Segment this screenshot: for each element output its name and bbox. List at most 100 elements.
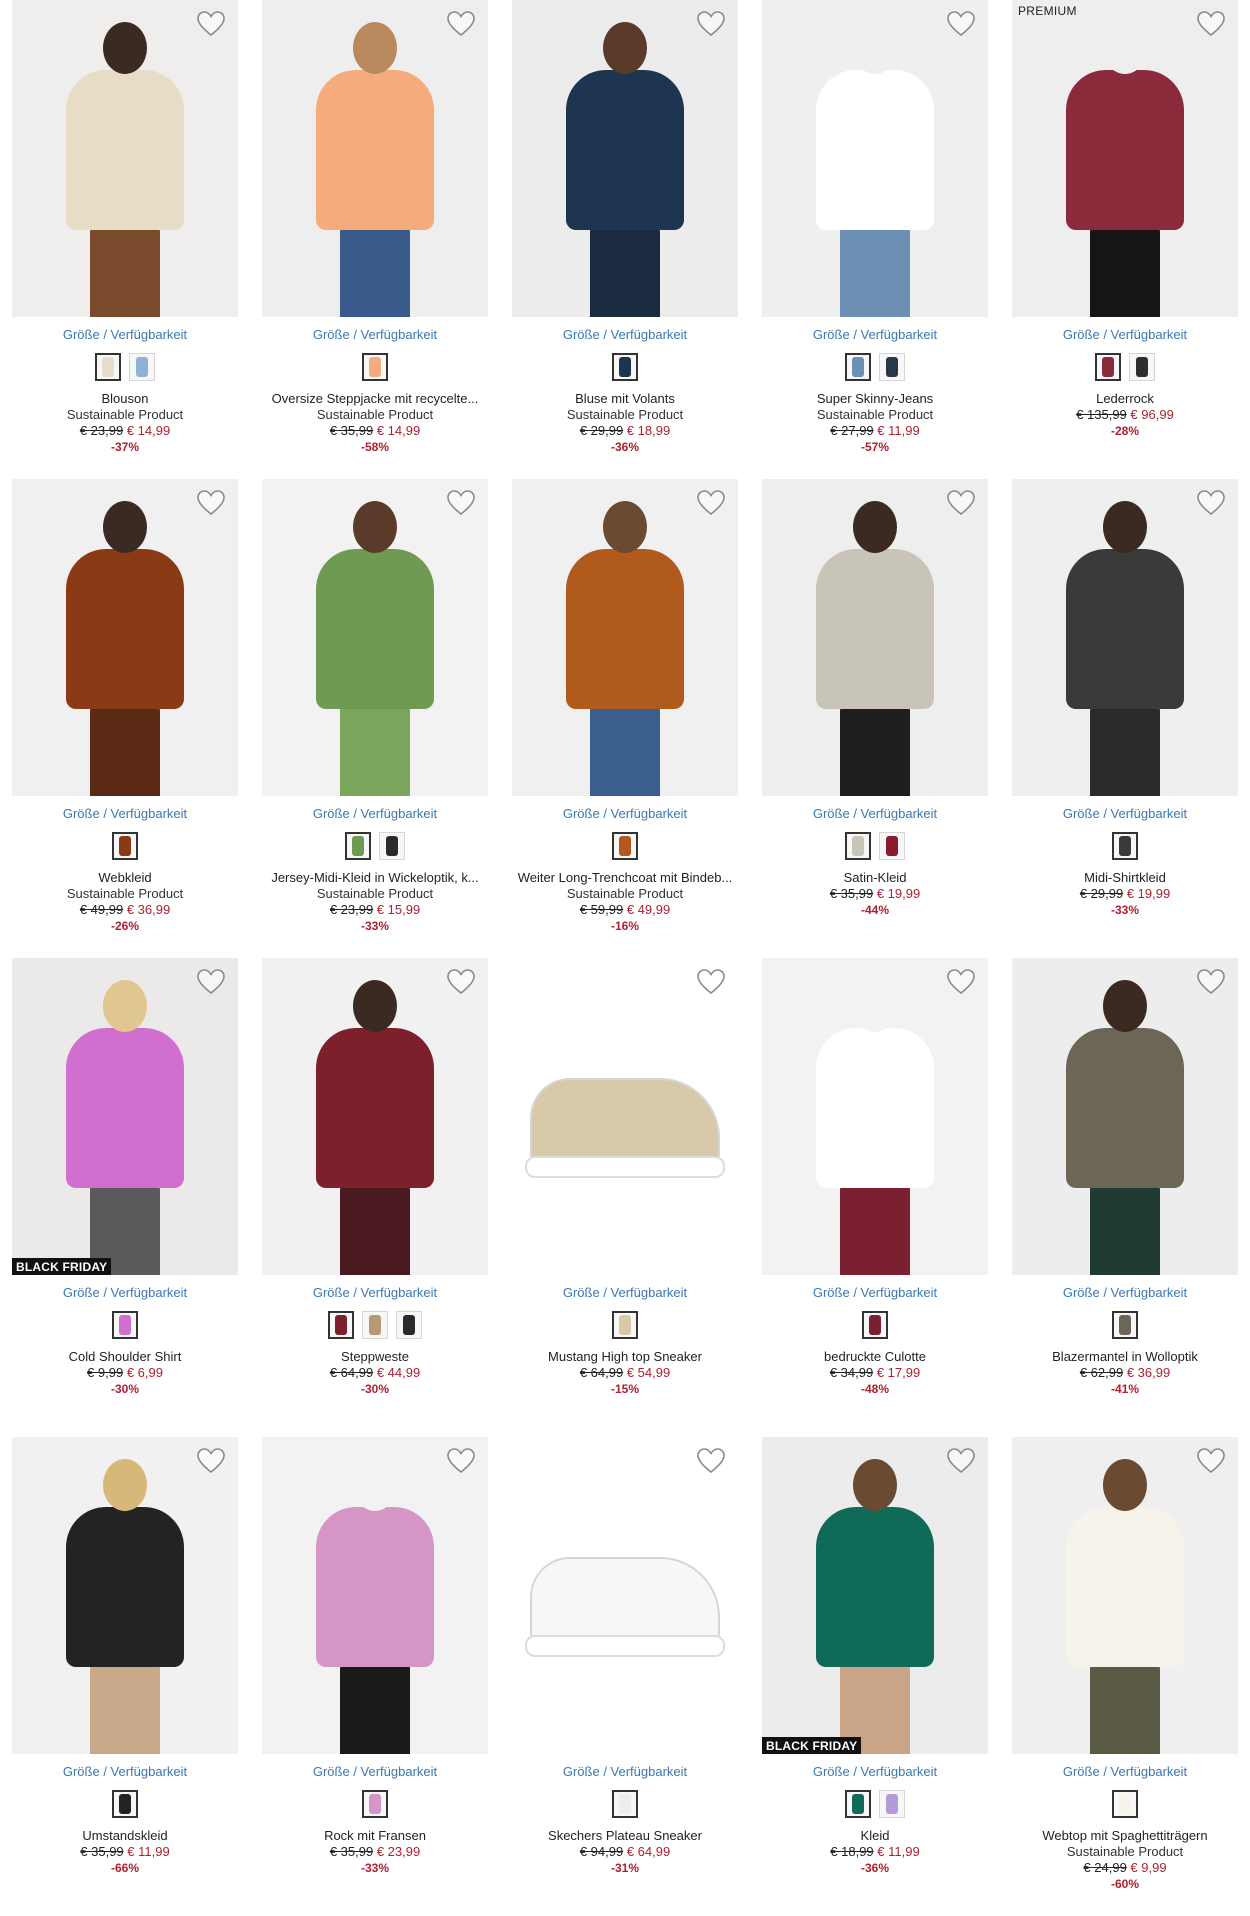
color-swatch[interactable] bbox=[112, 832, 138, 860]
product-image[interactable]: PREMIUM bbox=[1012, 0, 1238, 317]
size-availability-link[interactable]: Größe / Verfügbarkeit bbox=[1012, 1285, 1238, 1301]
color-swatch[interactable] bbox=[1129, 353, 1155, 381]
color-swatch[interactable] bbox=[362, 1790, 388, 1818]
product-card[interactable]: Größe / Verfügbarkeit Webtop mit Spaghett… bbox=[1012, 1437, 1238, 1894]
size-availability-link[interactable]: Größe / Verfügbarkeit bbox=[762, 806, 988, 822]
heart-icon[interactable] bbox=[1196, 968, 1226, 996]
product-image[interactable] bbox=[512, 958, 738, 1275]
product-card[interactable]: Größe / Verfügbarkeit Webkleid Sustainable… bbox=[12, 479, 238, 936]
product-image[interactable] bbox=[762, 958, 988, 1275]
size-availability-link[interactable]: Größe / Verfügbarkeit bbox=[12, 327, 238, 343]
product-name[interactable]: Mustang High top Sneaker bbox=[512, 1349, 738, 1365]
size-availability-link[interactable]: Größe / Verfügbarkeit bbox=[512, 1764, 738, 1780]
heart-icon[interactable] bbox=[946, 10, 976, 38]
color-swatch[interactable] bbox=[328, 1311, 354, 1339]
heart-icon[interactable] bbox=[696, 489, 726, 517]
product-image[interactable] bbox=[1012, 1437, 1238, 1754]
product-card[interactable]: Größe / Verfügbarkeit bedruckte Culotte € … bbox=[762, 958, 988, 1399]
size-availability-link[interactable]: Größe / Verfügbarkeit bbox=[12, 1285, 238, 1301]
product-image[interactable] bbox=[762, 479, 988, 796]
product-card[interactable]: PREMIUM Größe / Verfügbarkeit Lederrock € 1… bbox=[1012, 0, 1238, 441]
product-image[interactable] bbox=[262, 0, 488, 317]
product-card[interactable]: BLACK FRIDAY Größe / Verfügbarkeit Kleid € … bbox=[762, 1437, 988, 1878]
product-card[interactable]: Größe / Verfügbarkeit Weiter Long-Trenchc… bbox=[512, 479, 738, 936]
heart-icon[interactable] bbox=[696, 10, 726, 38]
color-swatch[interactable] bbox=[612, 1311, 638, 1339]
heart-icon[interactable] bbox=[196, 968, 226, 996]
product-card[interactable]: Größe / Verfügbarkeit Satin-Kleid € 35,99 … bbox=[762, 479, 988, 920]
product-name[interactable]: Midi-Shirtkleid bbox=[1012, 870, 1238, 886]
product-name[interactable]: Skechers Plateau Sneaker bbox=[512, 1828, 738, 1844]
product-card[interactable]: Größe / Verfügbarkeit Blazermantel in Wol… bbox=[1012, 958, 1238, 1399]
product-card[interactable]: Größe / Verfügbarkeit Umstandskleid € 35,9… bbox=[12, 1437, 238, 1878]
size-availability-link[interactable]: Größe / Verfügbarkeit bbox=[762, 327, 988, 343]
product-image[interactable] bbox=[12, 1437, 238, 1754]
heart-icon[interactable] bbox=[196, 489, 226, 517]
heart-icon[interactable] bbox=[196, 10, 226, 38]
color-swatch[interactable] bbox=[862, 1311, 888, 1339]
product-card[interactable]: Größe / Verfügbarkeit Rock mit Fransen € 3… bbox=[262, 1437, 488, 1878]
product-name[interactable]: Lederrock bbox=[1012, 391, 1238, 407]
product-image[interactable] bbox=[1012, 479, 1238, 796]
product-name[interactable]: Jersey-Midi-Kleid in Wickeloptik, k... bbox=[262, 870, 488, 886]
size-availability-link[interactable]: Größe / Verfügbarkeit bbox=[262, 1285, 488, 1301]
color-swatch[interactable] bbox=[1112, 832, 1138, 860]
product-image[interactable] bbox=[12, 479, 238, 796]
product-image[interactable] bbox=[512, 479, 738, 796]
product-image[interactable]: BLACK FRIDAY bbox=[12, 958, 238, 1275]
product-image[interactable] bbox=[262, 479, 488, 796]
product-card[interactable]: Größe / Verfügbarkeit Midi-Shirtkleid € 29… bbox=[1012, 479, 1238, 920]
heart-icon[interactable] bbox=[946, 968, 976, 996]
product-name[interactable]: Umstandskleid bbox=[12, 1828, 238, 1844]
color-swatch[interactable] bbox=[879, 353, 905, 381]
heart-icon[interactable] bbox=[696, 968, 726, 996]
product-image[interactable] bbox=[512, 1437, 738, 1754]
product-name[interactable]: bedruckte Culotte bbox=[762, 1349, 988, 1365]
color-swatch[interactable] bbox=[612, 353, 638, 381]
product-name[interactable]: Weiter Long-Trenchcoat mit Bindeb... bbox=[512, 870, 738, 886]
color-swatch[interactable] bbox=[1112, 1790, 1138, 1818]
color-swatch[interactable] bbox=[612, 1790, 638, 1818]
heart-icon[interactable] bbox=[446, 489, 476, 517]
color-swatch[interactable] bbox=[845, 1790, 871, 1818]
color-swatch[interactable] bbox=[362, 1311, 388, 1339]
product-card[interactable]: Größe / Verfügbarkeit Blouson Sustainable … bbox=[12, 0, 238, 457]
color-swatch[interactable] bbox=[112, 1790, 138, 1818]
color-swatch[interactable] bbox=[396, 1311, 422, 1339]
product-image[interactable] bbox=[12, 0, 238, 317]
product-image[interactable] bbox=[512, 0, 738, 317]
product-card[interactable]: Größe / Verfügbarkeit Bluse mit Volants Su… bbox=[512, 0, 738, 457]
color-swatch[interactable] bbox=[845, 353, 871, 381]
color-swatch[interactable] bbox=[879, 1790, 905, 1818]
product-name[interactable]: Kleid bbox=[762, 1828, 988, 1844]
size-availability-link[interactable]: Größe / Verfügbarkeit bbox=[262, 1764, 488, 1780]
size-availability-link[interactable]: Größe / Verfügbarkeit bbox=[1012, 1764, 1238, 1780]
product-card[interactable]: Größe / Verfügbarkeit Oversize Steppjacke… bbox=[262, 0, 488, 457]
color-swatch[interactable] bbox=[612, 832, 638, 860]
heart-icon[interactable] bbox=[1196, 10, 1226, 38]
color-swatch[interactable] bbox=[95, 353, 121, 381]
size-availability-link[interactable]: Größe / Verfügbarkeit bbox=[12, 806, 238, 822]
color-swatch[interactable] bbox=[1112, 1311, 1138, 1339]
color-swatch[interactable] bbox=[345, 832, 371, 860]
product-name[interactable]: Webkleid bbox=[12, 870, 238, 886]
product-name[interactable]: Cold Shoulder Shirt bbox=[12, 1349, 238, 1365]
product-image[interactable]: BLACK FRIDAY bbox=[762, 1437, 988, 1754]
product-name[interactable]: Oversize Steppjacke mit recycelte... bbox=[262, 391, 488, 407]
product-name[interactable]: Satin-Kleid bbox=[762, 870, 988, 886]
size-availability-link[interactable]: Größe / Verfügbarkeit bbox=[262, 327, 488, 343]
color-swatch[interactable] bbox=[379, 832, 405, 860]
heart-icon[interactable] bbox=[446, 10, 476, 38]
product-card[interactable]: Größe / Verfügbarkeit Skechers Plateau Sn… bbox=[512, 1437, 738, 1878]
size-availability-link[interactable]: Größe / Verfügbarkeit bbox=[762, 1285, 988, 1301]
color-swatch[interactable] bbox=[112, 1311, 138, 1339]
color-swatch[interactable] bbox=[879, 832, 905, 860]
heart-icon[interactable] bbox=[946, 489, 976, 517]
heart-icon[interactable] bbox=[1196, 1447, 1226, 1475]
product-image[interactable] bbox=[762, 0, 988, 317]
heart-icon[interactable] bbox=[946, 1447, 976, 1475]
product-name[interactable]: Webtop mit Spaghettiträgern bbox=[1012, 1828, 1238, 1844]
product-image[interactable] bbox=[262, 958, 488, 1275]
heart-icon[interactable] bbox=[696, 1447, 726, 1475]
size-availability-link[interactable]: Größe / Verfügbarkeit bbox=[1012, 327, 1238, 343]
